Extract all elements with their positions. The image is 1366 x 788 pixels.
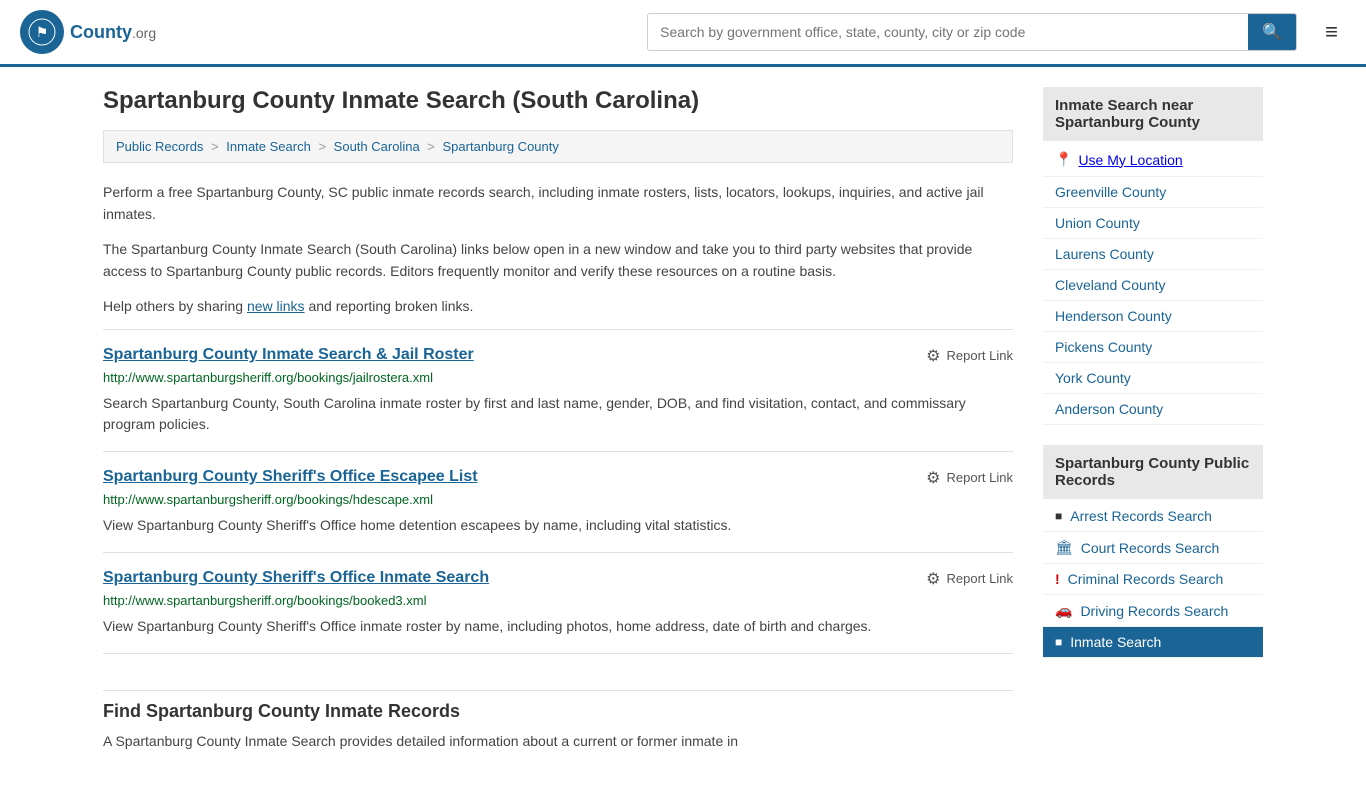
list-item: Laurens County [1043,239,1263,270]
desc-para-1: Perform a free Spartanburg County, SC pu… [103,181,1013,226]
report-label-1: Report Link [947,348,1013,363]
court-records-link[interactable]: Court Records Search [1081,540,1220,556]
county-link-pickens[interactable]: Pickens County [1055,339,1152,355]
desc-pre: Help others by sharing [103,298,247,314]
criminal-records-link[interactable]: Criminal Records Search [1068,571,1224,587]
find-section-heading: Find Spartanburg County Inmate Records [103,690,1013,722]
report-label-2: Report Link [947,470,1013,485]
breadcrumb-south-carolina[interactable]: South Carolina [334,139,420,154]
county-link-york[interactable]: York County [1055,370,1131,386]
desc-para-3: Help others by sharing new links and rep… [103,295,1013,317]
breadcrumb-spartanburg-county[interactable]: Spartanburg County [443,139,559,154]
result-title-2[interactable]: Spartanburg County Sheriff's Office Esca… [103,468,478,486]
result-url-3: http://www.spartanburgsheriff.org/bookin… [103,593,1013,608]
county-link-union[interactable]: Union County [1055,215,1140,231]
result-desc-3: View Spartanburg County Sheriff's Office… [103,616,1013,637]
driving-icon: 🚗 [1055,602,1072,619]
list-item: 🏛 Court Records Search [1043,532,1263,564]
county-link-laurens[interactable]: Laurens County [1055,246,1154,262]
nearby-counties-list: Greenville County Union County Laurens C… [1043,177,1263,425]
use-location-link[interactable]: Use My Location [1078,152,1182,168]
site-logo[interactable]: ⚑ County.org [20,10,156,54]
county-link-henderson[interactable]: Henderson County [1055,308,1172,324]
arrest-records-link[interactable]: Arrest Records Search [1070,508,1212,524]
location-icon: 📍 [1055,151,1072,168]
main-container: Spartanburg County Inmate Search (South … [83,67,1283,788]
breadcrumb: Public Records > Inmate Search > South C… [103,130,1013,163]
result-card-1: Spartanburg County Inmate Search & Jail … [103,329,1013,451]
county-link-greenville[interactable]: Greenville County [1055,184,1166,200]
sidebar: Inmate Search near Spartanburg County 📍 … [1043,87,1263,768]
new-links-link[interactable]: new links [247,298,305,314]
court-icon: 🏛 [1055,539,1073,556]
page-description: Perform a free Spartanburg County, SC pu… [103,181,1013,317]
inmate-icon: ■ [1055,635,1062,649]
page-title: Spartanburg County Inmate Search (South … [103,87,1013,115]
menu-button[interactable]: ≡ [1317,17,1346,47]
report-label-3: Report Link [947,571,1013,586]
sidebar-public-records-title: Spartanburg County Public Records [1043,445,1263,499]
county-link-cleveland[interactable]: Cleveland County [1055,277,1166,293]
sidebar-inmate-search: Inmate Search near Spartanburg County 📍 … [1043,87,1263,425]
report-icon-1: ⚙ [926,346,940,366]
report-icon-2: ⚙ [926,468,940,488]
result-url-2: http://www.spartanburgsheriff.org/bookin… [103,492,1013,507]
list-item: Cleveland County [1043,270,1263,301]
logo-text: County.org [70,22,156,43]
driving-records-link[interactable]: Driving Records Search [1080,603,1228,619]
site-header: ⚑ County.org 🔍 ≡ [0,0,1366,67]
breadcrumb-sep-3: > [427,139,438,154]
svg-text:⚑: ⚑ [36,24,49,40]
use-location[interactable]: 📍 Use My Location [1043,143,1263,177]
criminal-icon: ! [1055,571,1060,587]
result-card-3: Spartanburg County Sheriff's Office Inma… [103,552,1013,653]
breadcrumb-sep-2: > [318,139,329,154]
county-link-anderson[interactable]: Anderson County [1055,401,1163,417]
search-bar: 🔍 [647,13,1297,51]
logo-icon: ⚑ [20,10,64,54]
result-header-2: Spartanburg County Sheriff's Office Esca… [103,468,1013,488]
report-icon-3: ⚙ [926,569,940,589]
main-content: Spartanburg County Inmate Search (South … [103,87,1013,768]
list-item: Anderson County [1043,394,1263,425]
result-title-1[interactable]: Spartanburg County Inmate Search & Jail … [103,346,474,364]
report-link-2[interactable]: ⚙ Report Link [926,468,1013,488]
list-item: Pickens County [1043,332,1263,363]
inmate-search-link[interactable]: Inmate Search [1070,634,1161,650]
list-item: ■ Inmate Search [1043,627,1263,658]
desc-post: and reporting broken links. [305,298,474,314]
search-icon: 🔍 [1262,24,1282,41]
breadcrumb-sep-1: > [211,139,222,154]
list-item: Henderson County [1043,301,1263,332]
public-records-list: ■ Arrest Records Search 🏛 Court Records … [1043,501,1263,658]
result-header-3: Spartanburg County Sheriff's Office Inma… [103,569,1013,589]
result-title-3[interactable]: Spartanburg County Sheriff's Office Inma… [103,569,489,587]
list-item: Union County [1043,208,1263,239]
result-header-1: Spartanburg County Inmate Search & Jail … [103,346,1013,366]
report-link-1[interactable]: ⚙ Report Link [926,346,1013,366]
result-card-2: Spartanburg County Sheriff's Office Esca… [103,451,1013,552]
result-desc-1: Search Spartanburg County, South Carolin… [103,393,1013,435]
breadcrumb-public-records[interactable]: Public Records [116,139,203,154]
report-link-3[interactable]: ⚙ Report Link [926,569,1013,589]
find-section-desc: A Spartanburg County Inmate Search provi… [103,730,1013,752]
sidebar-inmate-title: Inmate Search near Spartanburg County [1043,87,1263,141]
find-section: Find Spartanburg County Inmate Records A… [103,653,1013,768]
breadcrumb-inmate-search[interactable]: Inmate Search [226,139,311,154]
desc-para-2: The Spartanburg County Inmate Search (So… [103,238,1013,283]
menu-icon: ≡ [1325,19,1338,44]
list-item: York County [1043,363,1263,394]
search-input[interactable] [648,16,1248,48]
result-desc-2: View Spartanburg County Sheriff's Office… [103,515,1013,536]
search-button[interactable]: 🔍 [1248,14,1296,50]
sidebar-public-records: Spartanburg County Public Records ■ Arre… [1043,445,1263,658]
list-item: ! Criminal Records Search [1043,564,1263,595]
list-item: 🚗 Driving Records Search [1043,595,1263,627]
result-url-1: http://www.spartanburgsheriff.org/bookin… [103,370,1013,385]
list-item: Greenville County [1043,177,1263,208]
arrest-icon: ■ [1055,509,1062,523]
list-item: ■ Arrest Records Search [1043,501,1263,532]
